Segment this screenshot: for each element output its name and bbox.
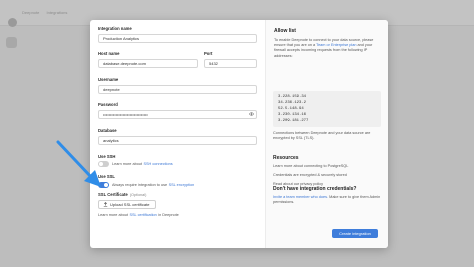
database-group: Database analytics: [98, 128, 257, 145]
port-label: Port: [204, 51, 213, 56]
upload-ssl-certificate-label: Upload SSL certificate: [110, 202, 150, 207]
breadcrumb-item[interactable]: Integrations: [46, 10, 67, 15]
allow-list-description: To enable Deepnote to connect to your da…: [274, 38, 381, 59]
ssh-link[interactable]: SSH connections: [143, 162, 172, 166]
integration-modal: Integration name Production Analytics Ho…: [90, 20, 388, 248]
host-name-input[interactable]: database.deepnote.com: [98, 59, 198, 68]
ssl-certificate-optional: (Optional): [129, 192, 147, 197]
ssh-toggle[interactable]: [98, 161, 109, 167]
allow-list-title: Allow list: [274, 28, 296, 34]
ip-list: 3.228.159.34 34.236.123.2 52.5.148.94 3.…: [273, 91, 381, 127]
ssl-title: Use SSL: [98, 174, 115, 179]
port-group: Port 5432: [204, 51, 257, 68]
database-input[interactable]: analytics: [98, 136, 257, 145]
toggle-knob: [99, 162, 103, 166]
ssl-footnote: Connections between Deepnote and your da…: [273, 131, 371, 141]
toggle-knob: [104, 183, 108, 187]
ssl-row: Always require integration to use SSL en…: [98, 182, 194, 188]
host-name-label: Host name: [98, 51, 120, 56]
username-label: Username: [98, 77, 119, 82]
sidebar-icon[interactable]: [6, 37, 17, 48]
username-group: Username deepnote: [98, 77, 257, 94]
ssl-toggle[interactable]: [98, 182, 109, 188]
host-name-group: Host name database.deepnote.com: [98, 51, 198, 68]
resources-list: Learn more about connecting to PostgreSQ…: [273, 164, 383, 188]
password-input[interactable]: ••••••••••••••••••••••••••••••••: [98, 110, 257, 119]
invite-link[interactable]: Invite a team member who does.: [273, 195, 328, 199]
no-credentials-text: Invite a team member who does. Make sure…: [273, 195, 381, 205]
ssl-certificate-label-row: SSL Certificate (Optional): [98, 192, 146, 197]
upload-icon: [103, 202, 108, 207]
port-input[interactable]: 5432: [204, 59, 257, 68]
password-group: Password •••••••••••••••••••••••••••••••…: [98, 102, 257, 119]
integration-name-label: Integration name: [98, 26, 132, 31]
plan-link[interactable]: Team or Enterprise plan: [316, 43, 356, 47]
ssl-certification-link[interactable]: SSL certification: [129, 213, 156, 217]
app-logo[interactable]: [8, 18, 17, 27]
breadcrumb: Deepnote Integrations: [22, 10, 73, 15]
breadcrumb-item[interactable]: Deepnote: [22, 10, 39, 15]
create-integration-button[interactable]: Create integration: [332, 229, 378, 238]
username-input[interactable]: deepnote: [98, 85, 257, 94]
password-label: Password: [98, 102, 118, 107]
ssl-learn-row: Learn more about SSL certification in De…: [98, 213, 179, 217]
upload-ssl-certificate-button[interactable]: Upload SSL certificate: [98, 200, 156, 209]
ssl-link[interactable]: SSL encryption: [169, 183, 195, 187]
ssh-text: Learn more about: [112, 162, 142, 166]
ssl-learn-suffix: in Deepnote: [158, 213, 179, 217]
resources-title: Resources: [273, 155, 299, 161]
ssl-certificate-label: SSL Certificate: [98, 192, 128, 197]
ssl-text: Always require integration to use: [112, 183, 168, 187]
integration-form: Integration name Production Analytics Ho…: [90, 20, 265, 248]
ssh-row: Learn more about SSH connections: [98, 161, 173, 167]
ssh-title: Use SSH: [98, 154, 116, 159]
integration-name-input[interactable]: Production Analytics: [98, 34, 257, 43]
integration-name-group: Integration name Production Analytics: [98, 26, 257, 43]
no-credentials-title: Don't have integration credentials?: [273, 186, 357, 192]
database-label: Database: [98, 128, 117, 133]
ip-address: 3.209.181.277: [278, 119, 309, 123]
resource-link[interactable]: Credentials are encrypted & securely sto…: [273, 173, 383, 178]
resource-link[interactable]: Learn more about connecting to PostgreSQ…: [273, 164, 383, 169]
eye-icon[interactable]: [249, 112, 254, 116]
ssl-learn-text: Learn more about: [98, 213, 128, 217]
